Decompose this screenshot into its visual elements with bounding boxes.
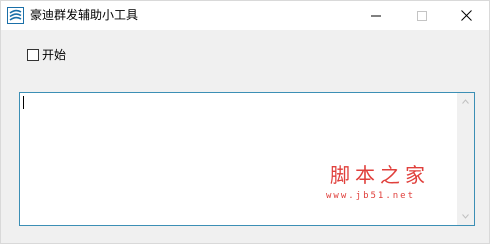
maximize-icon bbox=[417, 10, 427, 21]
text-caret bbox=[23, 96, 24, 109]
close-button[interactable] bbox=[443, 1, 489, 30]
maximize-button[interactable] bbox=[399, 1, 445, 30]
start-checkbox-box[interactable] bbox=[27, 49, 39, 61]
watermark: 脚本之家 www.jb51.net bbox=[326, 163, 458, 203]
app-window: 豪迪群发辅助小工具 开始 脚本之家 www.jb51.net bbox=[0, 0, 490, 244]
vertical-scrollbar[interactable] bbox=[457, 93, 474, 225]
minimize-icon bbox=[371, 15, 381, 16]
scroll-up-button[interactable] bbox=[457, 93, 474, 110]
app-logo-icon bbox=[7, 7, 24, 24]
scroll-down-button[interactable] bbox=[457, 208, 474, 225]
chevron-up-icon bbox=[462, 99, 469, 104]
log-textarea[interactable]: 脚本之家 www.jb51.net bbox=[19, 92, 475, 226]
minimize-button[interactable] bbox=[353, 1, 399, 30]
title-bar[interactable]: 豪迪群发辅助小工具 bbox=[1, 1, 489, 30]
start-checkbox-label[interactable]: 开始 bbox=[42, 47, 66, 63]
watermark-url: www.jb51.net bbox=[326, 191, 416, 201]
watermark-title: 脚本之家 bbox=[330, 163, 430, 187]
chevron-down-icon bbox=[462, 214, 469, 219]
start-checkbox[interactable]: 开始 bbox=[27, 47, 66, 63]
close-icon bbox=[460, 10, 472, 21]
window-title: 豪迪群发辅助小工具 bbox=[30, 8, 139, 22]
